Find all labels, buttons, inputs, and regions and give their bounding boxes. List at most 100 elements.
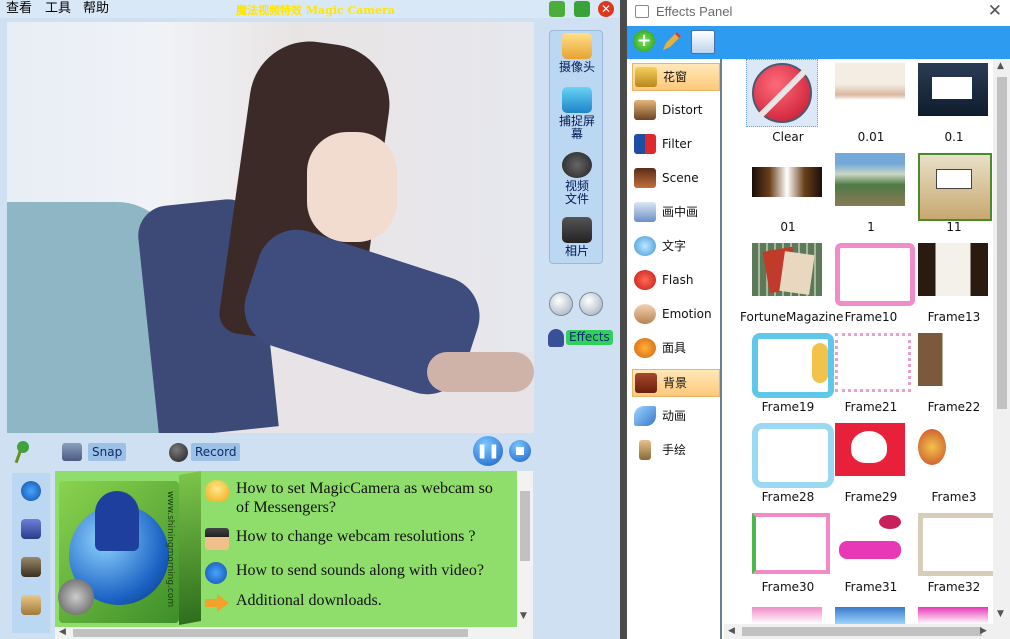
category-filter[interactable]: Filter [632,131,718,157]
category-distort[interactable]: Distort [632,97,718,123]
effect-thumb-caption: Frame21 [844,400,898,414]
effect-thumb-frame31[interactable]: Frame31 [829,509,913,597]
effect-thumb-caption: Frame13 [927,310,981,324]
effect-thumb-frame22[interactable]: Frame22 [912,329,994,417]
pin-icon[interactable] [12,440,30,464]
fullscreen-icon[interactable] [549,1,565,17]
pause-icon[interactable]: ❚❚ [473,436,503,466]
effect-thumb-frame13[interactable]: Frame13 [912,239,994,327]
tool-photos[interactable]: 相片 [550,217,604,258]
effect-thumb-fortunemagazine[interactable]: FortuneMagazine [740,239,843,327]
effect-thumb-frame10[interactable]: Frame10 [829,239,915,327]
effects-button-label: Effects [566,330,613,345]
category-label: 背景 [663,376,688,390]
menu-tools[interactable]: 工具 [45,0,71,17]
effect-category-list: 花窗 Distort Filter Scene 画中画 文字 Flash Emo… [627,59,722,639]
butterfly-icon [634,406,656,426]
edit-pencil-icon[interactable] [661,30,683,52]
scroll-down-icon[interactable]: ▼ [997,609,1004,619]
camera-icon [62,443,82,461]
effect-thumb-caption: 1 [867,220,875,234]
category-scene[interactable]: Scene [632,165,718,191]
effect-thumb-caption: FortuneMagazine [740,310,844,324]
effect-thumb-clear[interactable]: Clear [746,59,830,147]
help-horizontal-scrollbar[interactable]: ◀ [55,627,533,639]
effect-thumb-caption: Clear [772,130,804,144]
category-hand-drawing[interactable]: 手绘 [632,437,718,463]
category-label: 手绘 [662,443,687,457]
category-mask[interactable]: 面具 [632,335,718,361]
category-floral-window[interactable]: 花窗 [632,63,720,91]
wizard-icon [548,329,564,347]
category-emotion[interactable]: Emotion [632,301,718,327]
effect-thumb-0-01[interactable]: 0.01 [829,59,913,147]
category-picture-in-picture[interactable]: 画中画 [632,199,718,225]
tool-screen-capture-label: 捕捉屏幕 [558,114,595,141]
category-background[interactable]: 背景 [632,369,720,397]
record-button[interactable]: Record [169,441,241,463]
add-effect-icon[interactable]: + [633,30,655,52]
effect-thumb-frame29[interactable]: Frame29 [829,419,913,507]
effect-thumb-caption: Frame19 [761,400,815,414]
app-title: 魔法视频特效 Magic Camera [236,4,395,17]
effects-panel-close-icon[interactable]: ✕ [988,1,1002,21]
tool-webcam[interactable]: 摄像头 [550,33,604,74]
category-flash[interactable]: Flash [632,267,718,293]
thumbnails-vertical-scrollbar[interactable]: ▲ ▼ [993,59,1010,624]
tool-webcam-label: 摄像头 [558,60,595,74]
thumbnails-horizontal-scrollbar[interactable]: ◀ ▶ [724,624,1010,639]
help-link-downloads-text: Additional downloads. [236,592,382,609]
snap-button[interactable]: Snap [62,441,130,463]
category-text[interactable]: 文字 [632,233,718,259]
help-vertical-scrollbar[interactable]: ▼ [517,471,533,627]
info-icon [205,562,227,584]
mirror-view-toggle[interactable] [579,292,603,316]
category-label: Filter [662,137,692,151]
scroll-down-icon[interactable]: ▼ [520,611,527,621]
category-label: Emotion [662,307,712,321]
scroll-left-icon[interactable]: ◀ [59,627,66,637]
record-button-label: Record [191,443,241,461]
scroll-right-icon[interactable]: ▶ [980,626,987,636]
menu-help[interactable]: 帮助 [83,0,109,17]
filter-icon [634,134,656,154]
effect-thumb-01[interactable]: 01 [746,149,830,237]
effect-thumb-frame32[interactable]: Frame32 [912,509,994,597]
category-label: Scene [662,171,699,185]
effect-thumb-frame3[interactable]: Frame3 [912,419,994,507]
effect-thumb-frame21[interactable]: Frame21 [829,329,913,417]
effect-thumb-caption: Frame30 [761,580,815,594]
effect-thumb-0-1[interactable]: 0.1 [912,59,994,147]
info-circle-icon[interactable] [21,481,41,501]
film-icon[interactable] [21,557,41,577]
wizard-hat-icon[interactable] [21,519,41,539]
record-icon [169,443,188,462]
effect-thumb-frame19[interactable]: Frame19 [746,329,834,417]
category-label: Distort [662,103,703,117]
scroll-left-icon[interactable]: ◀ [728,626,735,636]
notebook-icon[interactable] [21,595,41,615]
effect-thumb-caption: Frame10 [844,310,898,324]
effect-thumb-caption: Frame32 [927,580,981,594]
category-animation[interactable]: 动画 [632,403,718,429]
close-icon[interactable]: ✕ [598,1,614,17]
graduate-icon [205,528,229,550]
effect-thumb-11[interactable]: 11 [912,149,994,237]
side-icon-column [12,473,50,633]
effect-thumb-frame30[interactable]: Frame30 [746,509,830,597]
effect-thumb-1[interactable]: 1 [829,149,913,237]
split-view-toggle[interactable] [549,292,573,316]
minimize-arrow-icon[interactable] [574,1,590,17]
effects-panel-title: Effects Panel [656,4,733,19]
scene-icon [634,168,656,188]
save-icon[interactable] [691,30,715,54]
effect-thumb-frame28[interactable]: Frame28 [746,419,834,507]
effects-button[interactable]: Effects [548,326,613,350]
tool-screen-capture[interactable]: 捕捉屏幕 [550,87,604,141]
flash-icon [634,270,656,290]
scroll-up-icon[interactable]: ▲ [997,61,1004,71]
tool-video-file[interactable]: 视频文件 [550,152,604,206]
stop-icon[interactable] [509,440,531,462]
capture-bar: Snap Record ❚❚ [0,436,535,468]
menu-view[interactable]: 查看 [6,0,32,17]
